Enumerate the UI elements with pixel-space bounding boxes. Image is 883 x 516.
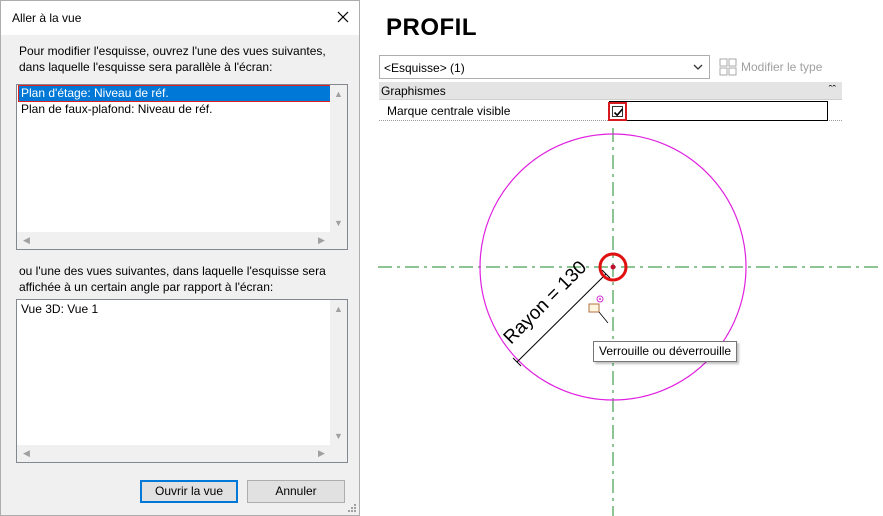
dialog-title: Aller à la vue	[12, 11, 82, 25]
cancel-button[interactable]: Annuler	[247, 480, 345, 503]
close-button[interactable]	[329, 1, 359, 35]
group-label: Graphismes	[381, 84, 446, 98]
vertical-scrollbar[interactable]: ▲ ▼	[330, 85, 347, 233]
property-label: Marque centrale visible	[387, 104, 511, 118]
center-mark-point[interactable]	[610, 264, 616, 270]
edit-type-icon	[719, 58, 737, 76]
center-mark-checkbox[interactable]	[608, 102, 627, 121]
scroll-left-icon[interactable]: ◀	[18, 232, 35, 249]
resize-grip-icon[interactable]	[347, 503, 357, 513]
angled-views-list[interactable]: Vue 3D: Vue 1 ▲ ▼ ◀ ▶	[16, 299, 348, 463]
property-row-center-mark: Marque centrale visible	[379, 101, 842, 121]
group-graphics-header[interactable]: Graphismes ˆˆ	[379, 82, 842, 100]
instruction-text-2: ou l'une des vues suivantes, dans laquel…	[19, 263, 349, 295]
instruction-2-line-2: affichée à un certain angle par rapport …	[19, 280, 274, 294]
instruction-text-1: Pour modifier l'esquisse, ouvrez l'une d…	[19, 43, 349, 75]
instruction-2-line-1: ou l'une des vues suivantes, dans laquel…	[19, 264, 326, 278]
scroll-down-icon[interactable]: ▼	[330, 428, 347, 445]
scroll-up-icon[interactable]: ▲	[330, 86, 347, 103]
check-icon	[613, 108, 624, 117]
cursor-leader	[598, 311, 609, 324]
go-to-view-dialog: Aller à la vue Pour modifier l'esquisse,…	[0, 0, 360, 516]
horizontal-scrollbar[interactable]: ◀ ▶	[17, 232, 347, 249]
checkbox-box	[612, 106, 624, 117]
sketch-canvas[interactable]: Rayon = 130	[370, 128, 883, 516]
list-item-ceiling-plan[interactable]: Plan de faux-plafond: Niveau de réf.	[19, 102, 329, 117]
close-icon	[337, 11, 349, 23]
list-item-3d-view[interactable]: Vue 3D: Vue 1	[19, 302, 329, 317]
dialog-titlebar: Aller à la vue	[1, 1, 359, 35]
properties-panel: Graphismes ˆˆ Marque centrale visible	[379, 82, 842, 122]
type-selector-value: <Esquisse> (1)	[384, 61, 465, 75]
page-title: PROFIL	[386, 14, 477, 41]
collapse-icon[interactable]: ˆˆ	[829, 84, 836, 96]
scroll-right-icon[interactable]: ▶	[313, 445, 330, 462]
list-item-floor-plan[interactable]: Plan d'étage: Niveau de réf.	[18, 85, 332, 102]
scroll-up-icon[interactable]: ▲	[330, 301, 347, 318]
horizontal-scrollbar[interactable]: ◀ ▶	[17, 445, 347, 462]
instruction-1-line-2: dans laquelle l'esquisse sera parallèle …	[19, 60, 273, 74]
parallel-views-list[interactable]: Plan d'étage: Niveau de réf. Plan de fau…	[16, 84, 348, 250]
modify-type-button[interactable]: Modifier le type	[716, 55, 842, 79]
chevron-down-icon	[693, 64, 703, 70]
modify-type-label: Modifier le type	[741, 60, 823, 74]
open-view-button[interactable]: Ouvrir la vue	[140, 480, 238, 503]
scroll-down-icon[interactable]: ▼	[330, 215, 347, 232]
type-selector-dropdown[interactable]: <Esquisse> (1)	[379, 55, 710, 79]
scroll-left-icon[interactable]: ◀	[18, 445, 35, 462]
lock-tooltip: Verrouille ou déverrouille	[593, 341, 738, 362]
instruction-1-line-1: Pour modifier l'esquisse, ouvrez l'une d…	[19, 44, 326, 58]
property-value-cell	[609, 101, 828, 121]
lock-icon[interactable]	[588, 295, 604, 313]
scroll-right-icon[interactable]: ▶	[313, 232, 330, 249]
vertical-scrollbar[interactable]: ▲ ▼	[330, 300, 347, 446]
